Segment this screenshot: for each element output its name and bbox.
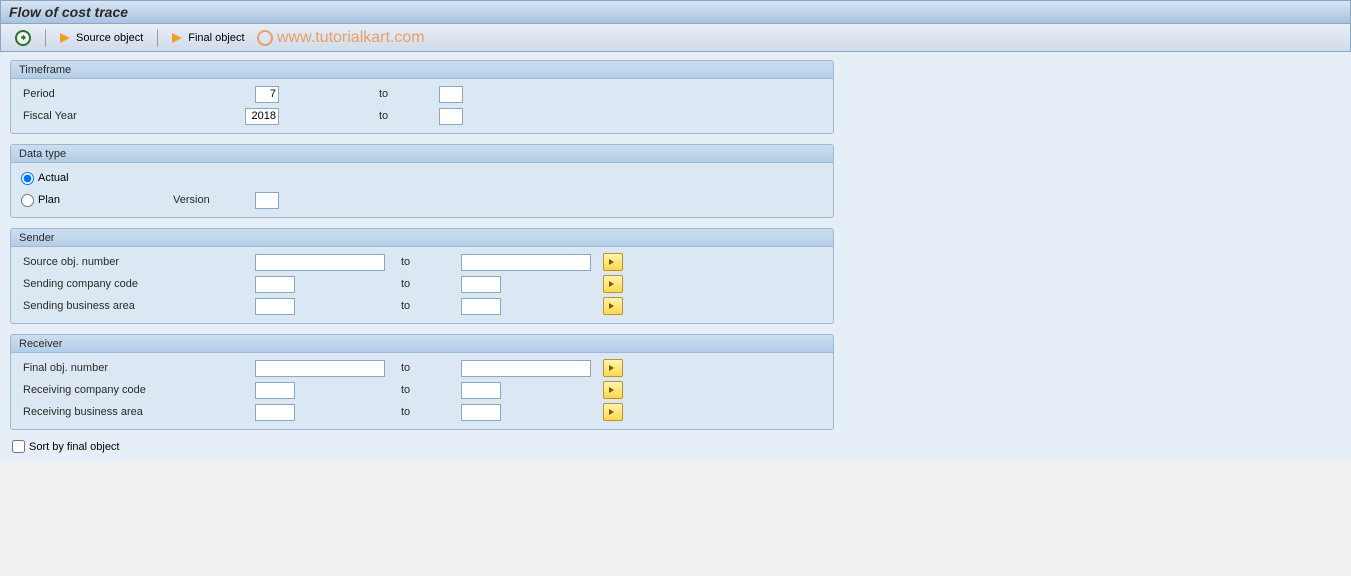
period-to-input[interactable] xyxy=(439,86,463,103)
final-object-label: Final object xyxy=(188,32,244,44)
page-title: Flow of cost trace xyxy=(9,4,128,20)
receiving-area-from-input[interactable] xyxy=(255,404,295,421)
to-label: to xyxy=(401,406,461,418)
multi-select-button[interactable] xyxy=(603,381,623,399)
receiving-area-to-input[interactable] xyxy=(461,404,501,421)
toolbar-separator xyxy=(157,29,158,47)
sending-company-to-input[interactable] xyxy=(461,276,501,293)
sender-group: Sender Source obj. number to Sending com… xyxy=(10,228,834,324)
timeframe-group: Timeframe Period to Fiscal Year to xyxy=(10,60,834,134)
receiver-group: Receiver Final obj. number to Receiving … xyxy=(10,334,834,430)
sort-by-final-row: Sort by final object xyxy=(10,440,1341,453)
datatype-group: Data type Actual Plan Version xyxy=(10,144,834,218)
fiscal-year-label: Fiscal Year xyxy=(19,110,255,122)
execute-button[interactable] xyxy=(9,28,37,48)
multi-select-button[interactable] xyxy=(603,275,623,293)
to-label: to xyxy=(401,384,461,396)
actual-radio-label: Actual xyxy=(38,172,69,184)
plan-radio[interactable] xyxy=(21,194,34,207)
version-label: Version xyxy=(169,194,255,206)
final-object-button[interactable]: Final object xyxy=(166,30,250,46)
source-object-label: Source object xyxy=(76,32,143,44)
receiving-company-label: Receiving company code xyxy=(19,384,255,396)
to-label: to xyxy=(401,278,461,290)
sort-by-final-checkbox[interactable] xyxy=(12,440,25,453)
sending-area-from-input[interactable] xyxy=(255,298,295,315)
fiscal-year-to-input[interactable] xyxy=(439,108,463,125)
period-from-input[interactable] xyxy=(255,86,279,103)
final-obj-to-input[interactable] xyxy=(461,360,591,377)
receiving-company-to-input[interactable] xyxy=(461,382,501,399)
title-bar: Flow of cost trace xyxy=(0,0,1351,24)
plan-radio-label: Plan xyxy=(38,194,60,206)
multi-select-button[interactable] xyxy=(603,403,623,421)
timeframe-header: Timeframe xyxy=(11,61,833,79)
execute-icon xyxy=(15,30,31,46)
datatype-header: Data type xyxy=(11,145,833,163)
source-obj-from-input[interactable] xyxy=(255,254,385,271)
arrow-right-icon xyxy=(172,33,184,43)
actual-radio[interactable] xyxy=(21,172,34,185)
receiver-header: Receiver xyxy=(11,335,833,353)
actual-radio-wrap[interactable]: Actual xyxy=(19,172,69,185)
sending-area-label: Sending business area xyxy=(19,300,255,312)
plan-radio-wrap[interactable]: Plan xyxy=(19,194,169,207)
fiscal-year-from-input[interactable] xyxy=(245,108,279,125)
to-label: to xyxy=(401,256,461,268)
period-label: Period xyxy=(19,88,255,100)
sort-by-final-label: Sort by final object xyxy=(29,441,120,453)
watermark-text: www.tutorialkart.com xyxy=(277,29,425,47)
watermark: www.tutorialkart.com xyxy=(257,24,425,51)
multi-select-button[interactable] xyxy=(603,359,623,377)
to-label: to xyxy=(379,110,439,122)
sending-company-from-input[interactable] xyxy=(255,276,295,293)
source-obj-to-input[interactable] xyxy=(461,254,591,271)
source-object-button[interactable]: Source object xyxy=(54,30,149,46)
final-obj-from-input[interactable] xyxy=(255,360,385,377)
receiving-area-label: Receiving business area xyxy=(19,406,255,418)
to-label: to xyxy=(401,300,461,312)
sending-area-to-input[interactable] xyxy=(461,298,501,315)
sender-header: Sender xyxy=(11,229,833,247)
arrow-right-icon xyxy=(60,33,72,43)
toolbar: Source object Final object www.tutorialk… xyxy=(0,24,1351,52)
content-area: Timeframe Period to Fiscal Year to Data … xyxy=(0,52,1351,461)
multi-select-button[interactable] xyxy=(603,253,623,271)
sending-company-label: Sending company code xyxy=(19,278,255,290)
final-obj-label: Final obj. number xyxy=(19,362,255,374)
multi-select-button[interactable] xyxy=(603,297,623,315)
toolbar-separator xyxy=(45,29,46,47)
to-label: to xyxy=(379,88,439,100)
source-obj-label: Source obj. number xyxy=(19,256,255,268)
to-label: to xyxy=(401,362,461,374)
receiving-company-from-input[interactable] xyxy=(255,382,295,399)
watermark-logo-icon xyxy=(257,30,273,46)
version-input[interactable] xyxy=(255,192,279,209)
